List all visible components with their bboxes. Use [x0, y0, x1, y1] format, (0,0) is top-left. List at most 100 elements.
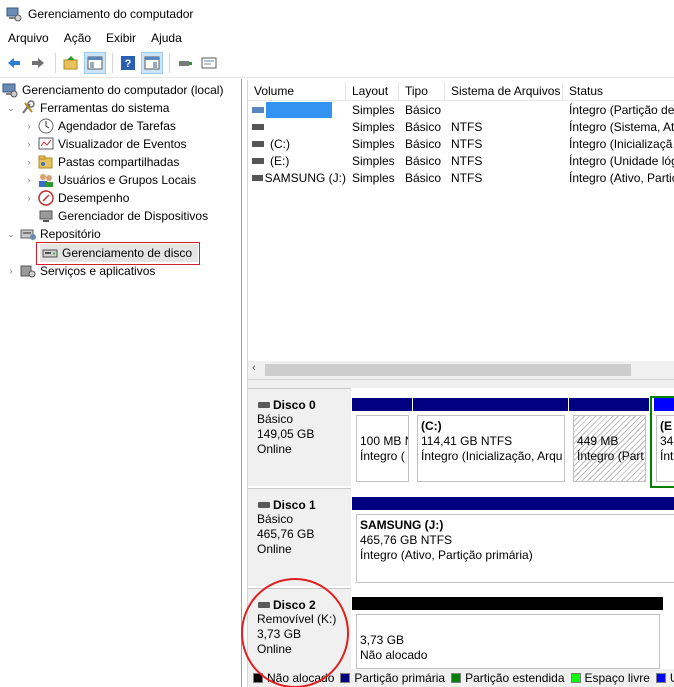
disk-size: 465,76 GB: [257, 527, 315, 541]
tree-item-device-manager[interactable]: Gerenciador de Dispositivos: [34, 207, 208, 225]
legend-swatch-primary: [340, 673, 351, 683]
column-header-layout[interactable]: Layout: [346, 82, 399, 101]
tree-item-users-groups[interactable]: › Usuários e Grupos Locais: [24, 171, 196, 189]
tree-label: Usuários e Grupos Locais: [58, 173, 197, 187]
chevron-down-icon[interactable]: ⌄: [6, 103, 16, 114]
back-icon: [8, 58, 20, 68]
menu-exibir[interactable]: Exibir: [98, 31, 143, 45]
volume-icon: [252, 157, 264, 164]
disk-0-header[interactable]: Disco 0 Básico 149,05 GB Online: [248, 388, 351, 486]
tree-item-storage[interactable]: ⌄ Repositório: [6, 225, 101, 243]
table-cell-layout: Simples: [352, 170, 395, 185]
up-folder-button[interactable]: [60, 52, 82, 74]
users-icon: [38, 172, 54, 188]
partition-status: Íntegro (Inicialização, Arqu: [421, 449, 563, 463]
connect-icon: [179, 61, 192, 66]
tree-label: Desempenho: [58, 191, 130, 205]
table-row[interactable]: (E:) Simples Básico NTFS Íntegro (Unidad…: [248, 152, 674, 169]
partition-title: (E: [660, 419, 672, 433]
chevron-right-icon[interactable]: ›: [24, 139, 34, 149]
chevron-right-icon[interactable]: ›: [24, 193, 34, 203]
disk-state: Online: [257, 542, 292, 556]
table-cell-layout: Simples: [352, 119, 395, 134]
toolbar: ?: [0, 49, 674, 78]
tree-item-system-tools[interactable]: ⌄ Ferramentas do sistema: [6, 99, 169, 117]
partition-block-e[interactable]: (E 34, Ínt: [650, 396, 674, 488]
help-button[interactable]: ?: [117, 52, 139, 74]
legend-swatch-unallocated: [253, 673, 263, 683]
disk-name: Disco 1: [273, 498, 316, 512]
table-row[interactable]: SAMSUNG (J:) Simples Básico NTFS Íntegro…: [248, 169, 674, 186]
tree-label: Visualizador de Eventos: [58, 137, 187, 151]
help-icon: ?: [121, 56, 135, 70]
disk-1-header[interactable]: Disco 1 Básico 465,76 GB Online: [248, 488, 351, 586]
pane-splitter[interactable]: [248, 379, 674, 388]
table-cell-status: Íntegro (Sistema, At: [569, 119, 674, 134]
console-button[interactable]: [198, 52, 220, 74]
tree-item-shared-folders[interactable]: › Pastas compartilhadas: [24, 153, 180, 171]
performance-icon: [38, 190, 54, 206]
show-hide-tree-button[interactable]: [84, 52, 106, 74]
disk-type: Básico: [257, 512, 294, 526]
table-cell-type: Básico: [405, 153, 442, 168]
table-row[interactable]: Simples Básico Íntegro (Partição de: [248, 101, 674, 118]
table-cell-status: Íntegro (Inicializaçã: [569, 136, 673, 151]
disk-icon: [258, 502, 270, 508]
horizontal-scrollbar[interactable]: ‹: [248, 361, 674, 379]
chevron-right-icon[interactable]: ›: [24, 121, 34, 131]
column-header-volume[interactable]: Volume: [248, 82, 346, 101]
chevron-right-icon[interactable]: ›: [6, 266, 16, 276]
disk-type: Removível (K:): [257, 612, 337, 626]
disk-management-pane: Volume Layout Tipo Sistema de Arquivos S…: [247, 80, 674, 687]
tree-item-root[interactable]: Gerenciamento do computador (local): [2, 81, 223, 99]
volume-name-redacted: [266, 101, 332, 118]
chevron-right-icon[interactable]: ›: [24, 157, 34, 167]
tree-label: Gerenciamento do computador (local): [22, 83, 224, 97]
chevron-right-icon[interactable]: ›: [24, 175, 34, 185]
computer-icon: [2, 82, 18, 98]
partition-size: 114,41 GB NTFS: [421, 434, 513, 448]
table-cell-type: Básico: [405, 170, 442, 185]
event-viewer-icon: [38, 136, 54, 152]
disk-2-header[interactable]: Disco 2 Removível (K:) 3,73 GB Online: [248, 588, 351, 669]
tools-icon: [20, 100, 36, 116]
table-cell-layout: Simples: [352, 153, 395, 168]
disk-size: 3,73 GB: [257, 627, 302, 641]
tree-label: Gerenciador de Dispositivos: [58, 209, 209, 223]
tree-label: Repositório: [40, 227, 101, 241]
table-cell-type: Básico: [405, 119, 442, 134]
chevron-down-icon[interactable]: ⌄: [6, 229, 16, 240]
back-button[interactable]: [3, 52, 25, 74]
forward-button[interactable]: [27, 52, 49, 74]
tree-label: Pastas compartilhadas: [58, 155, 180, 169]
partition-block-unallocated[interactable]: 3,73 GB Não alocado: [352, 597, 663, 669]
column-header-filesystem[interactable]: Sistema de Arquivos: [445, 82, 563, 101]
column-header-status[interactable]: Status: [563, 82, 674, 101]
legend-label: U: [670, 671, 674, 685]
partition-block[interactable]: 100 MB N Íntegro (: [352, 398, 412, 486]
partition-block-c[interactable]: (C:) 114,41 GB NTFS Íntegro (Inicializaç…: [413, 398, 568, 486]
legend-swatch-extended: [451, 673, 462, 683]
scrollbar-thumb[interactable]: [265, 364, 631, 376]
menu-arquivo[interactable]: Arquivo: [0, 31, 56, 45]
column-header-type[interactable]: Tipo: [399, 82, 445, 101]
scroll-left-icon[interactable]: ‹: [252, 362, 256, 374]
table-cell-filesystem: NTFS: [451, 119, 483, 134]
table-row[interactable]: (C:) Simples Básico NTFS Íntegro (Inicia…: [248, 135, 674, 152]
disk-name: Disco 2: [273, 598, 316, 612]
partition-block-samsung[interactable]: SAMSUNG (J:) 465,76 GB NTFS Íntegro (Ati…: [352, 497, 674, 587]
partition-block[interactable]: 449 MB Íntegro (Part: [569, 398, 649, 486]
tree-label: Ferramentas do sistema: [40, 101, 170, 115]
properties-pane-button[interactable]: [141, 52, 163, 74]
legend-label: Partição primária: [354, 671, 446, 685]
table-cell-layout: Simples: [352, 102, 395, 117]
partition-size: 100 MB N: [360, 434, 409, 448]
tree-item-task-scheduler[interactable]: › Agendador de Tarefas: [24, 117, 176, 135]
menu-acao[interactable]: Ação: [56, 31, 98, 45]
clock-icon: [38, 118, 54, 134]
tree-item-event-viewer[interactable]: › Visualizador de Eventos: [24, 135, 187, 153]
connect-button[interactable]: [174, 52, 196, 74]
table-row[interactable]: Simples Básico NTFS Íntegro (Sistema, At: [248, 118, 674, 135]
menu-ajuda[interactable]: Ajuda: [143, 31, 189, 45]
tree-item-performance[interactable]: › Desempenho: [24, 189, 129, 207]
